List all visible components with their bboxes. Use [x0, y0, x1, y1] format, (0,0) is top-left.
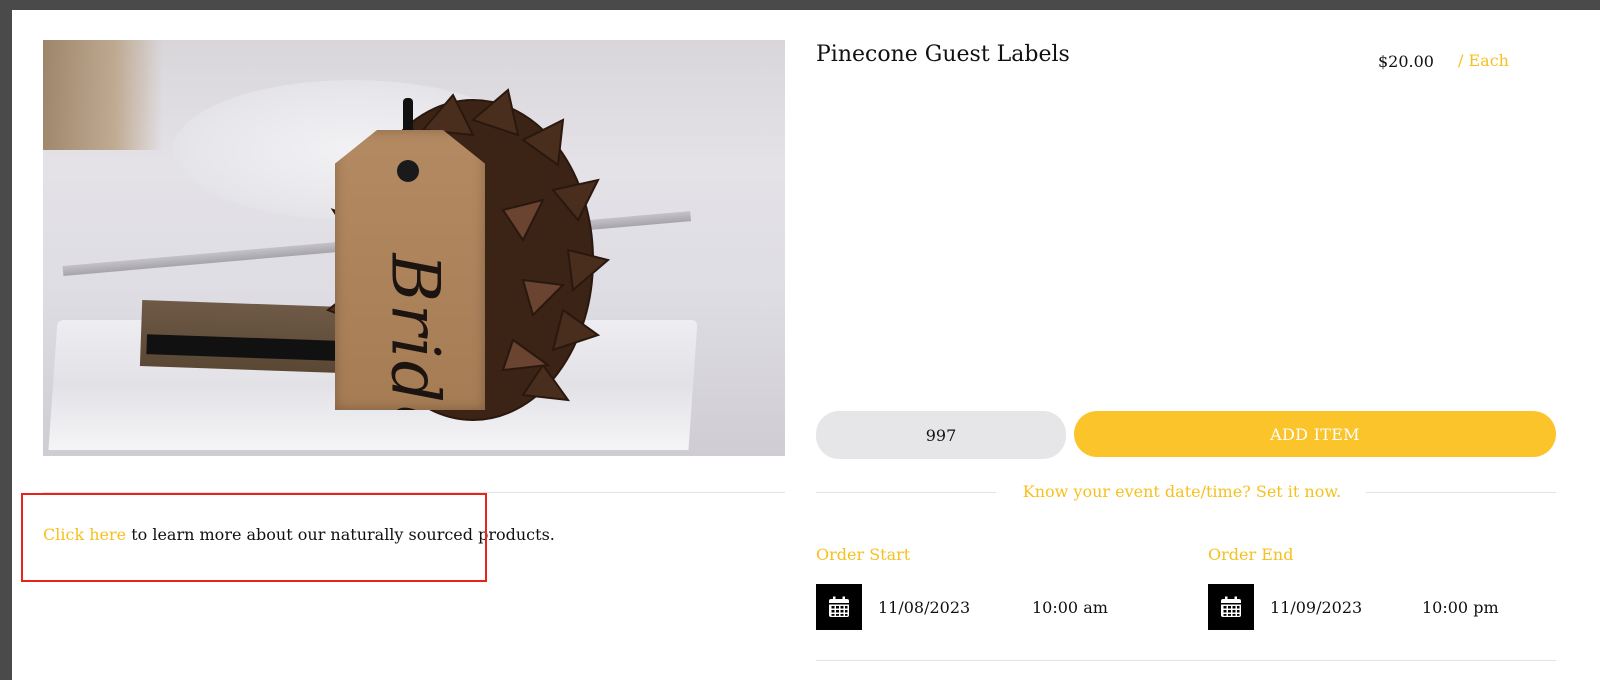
- order-end-calendar-button[interactable]: [1208, 584, 1254, 630]
- quantity-input[interactable]: [816, 411, 1066, 459]
- highlight-box: [21, 493, 487, 582]
- event-divider-left: [816, 492, 996, 493]
- order-end-label: Order End: [1208, 545, 1294, 564]
- calendar-icon: [1221, 596, 1241, 617]
- wood-background: [43, 40, 163, 150]
- order-start-date[interactable]: 11/08/2023: [878, 598, 970, 617]
- order-start-calendar-button[interactable]: [816, 584, 862, 630]
- bottom-divider: [816, 660, 1556, 661]
- calendar-icon: [829, 596, 849, 617]
- set-event-date-link[interactable]: Know your event date/time? Set it now.: [1002, 482, 1362, 501]
- order-start-time[interactable]: 10:00 am: [1032, 598, 1108, 617]
- product-title: Pinecone Guest Labels: [816, 42, 1070, 67]
- tag-hole: [397, 160, 419, 182]
- price-unit: / Each: [1458, 51, 1509, 70]
- event-divider-right: [1366, 492, 1556, 493]
- order-end-time[interactable]: 10:00 pm: [1422, 598, 1499, 617]
- product-price: $20.00: [1378, 52, 1434, 71]
- order-start-label: Order Start: [816, 545, 911, 564]
- tag-word: Bride: [376, 253, 454, 446]
- order-end-date[interactable]: 11/09/2023: [1270, 598, 1362, 617]
- add-item-button[interactable]: ADD ITEM: [1074, 411, 1556, 457]
- kraft-tag: Bride: [335, 130, 485, 410]
- product-detail-panel: Bride Click here to learn more about our…: [12, 10, 1600, 680]
- product-image: Bride: [43, 40, 785, 456]
